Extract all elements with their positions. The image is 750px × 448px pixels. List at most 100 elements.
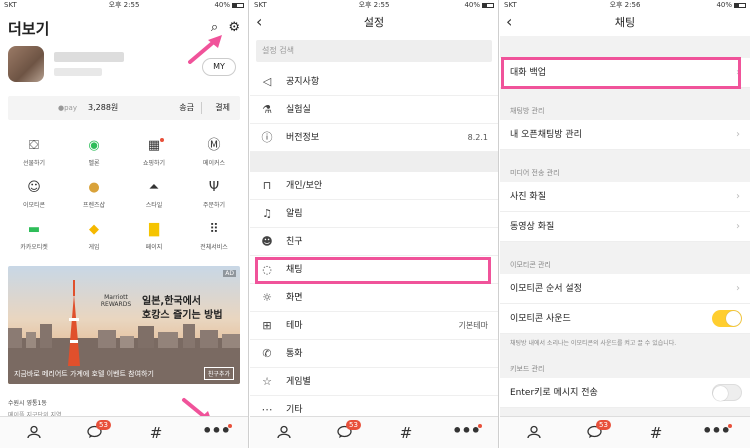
add-friend-button[interactable]: 친구추가 <box>203 367 234 380</box>
hanger-icon: ⏶ <box>148 180 160 195</box>
tab-chats[interactable]: 53 <box>324 417 364 448</box>
makers-icon: Ⓜ <box>207 138 221 153</box>
settings-row-labs[interactable]: ⚗ 실험실 <box>250 96 498 124</box>
profile-name-blurred <box>54 52 124 62</box>
etc-icon: ⋯ <box>261 403 273 416</box>
settings-row-privacy[interactable]: ⊓ 개인/보안 <box>250 172 498 200</box>
settings-row-theme[interactable]: ⊞ 테마 기본테마 <box>250 312 498 340</box>
profile-status-blurred <box>54 68 102 76</box>
tab-bar: 53 # ••• <box>500 416 750 448</box>
section-header: 이모티콘 관리 <box>500 252 750 274</box>
friends-icon: ● <box>88 180 100 195</box>
tab-hash[interactable]: # <box>386 417 426 448</box>
grid-item-friends[interactable]: ● 프렌즈샵 <box>64 178 124 218</box>
tab-more[interactable]: ••• <box>196 417 236 448</box>
nav-bar: ‹ 채팅 <box>500 10 750 36</box>
status-bar: SKT 오후 2:55 40% <box>0 0 248 10</box>
ticket-icon: ▬ <box>27 222 41 237</box>
ad-banner[interactable]: AD Marriott REWARDS 일본,한국에서 호캉스 즐기는 방법 지… <box>8 266 240 384</box>
divider <box>201 102 202 114</box>
shop-icon: ▦ <box>147 138 161 153</box>
settings-search-input[interactable]: 설정 검색 <box>256 40 492 62</box>
more-panel: SKT 오후 2:55 40% 더보기 ⌕ ⚙ MY ●pay 3,288원 송… <box>0 0 249 448</box>
toggle-knob <box>726 311 741 326</box>
new-dot <box>728 424 732 428</box>
video-quality-row[interactable]: 동영상 화질 › <box>500 212 750 242</box>
phone-icon: ✆ <box>262 347 272 360</box>
grid-item-makers[interactable]: Ⓜ 메이커스 <box>184 136 244 176</box>
settings-row-version[interactable]: ⓘ 버전정보 8.2.1 <box>250 124 498 152</box>
unread-badge: 53 <box>96 420 111 430</box>
game-icon: ◆ <box>89 222 99 237</box>
chevron-right-icon: › <box>736 221 740 232</box>
settings-row-call[interactable]: ✆ 통화 <box>250 340 498 368</box>
emoticon-icon: ☺ <box>27 180 41 195</box>
payment-button[interactable]: 결제 <box>215 96 230 120</box>
search-icon[interactable]: ⌕ <box>211 20 218 35</box>
banner-headline-2: 호캉스 즐기는 방법 <box>142 310 223 321</box>
settings-panel: SKT 오후 2:55 40% ‹ 설정 설정 검색 ◁ 공지사항 ⚗ 실험실 ⓘ 버… <box>250 0 499 448</box>
unread-badge: 53 <box>346 420 361 430</box>
ad-label: AD <box>223 270 236 277</box>
tab-bar: 53 # ••• <box>250 416 498 448</box>
tab-more[interactable]: ••• <box>696 417 736 448</box>
more-dots-icon: ••• <box>702 421 731 440</box>
battery-indicator: 40% <box>464 0 494 10</box>
gear-icon[interactable]: ⚙ <box>228 20 240 35</box>
grid-item-game[interactable]: ◆ 게임 <box>64 220 124 260</box>
melon-icon: ◉ <box>88 138 100 153</box>
grid-item-shop[interactable]: ▦ 쇼핑하기 <box>124 136 184 176</box>
tab-friends[interactable] <box>264 417 304 448</box>
my-button[interactable]: MY <box>202 58 236 76</box>
section-header: 키보드 관리 <box>500 358 750 378</box>
unread-badge: 53 <box>596 420 611 430</box>
page-title: 더보기 <box>8 20 50 38</box>
lock-icon: ⊓ <box>262 179 272 192</box>
emoticon-sound-toggle[interactable] <box>712 310 742 327</box>
grid-item-ticket[interactable]: ▬ 카카오티켓 <box>4 220 64 260</box>
chevron-right-icon: › <box>736 129 740 140</box>
tab-hash[interactable]: # <box>136 417 176 448</box>
time-label: 오후 2:55 <box>358 1 390 9</box>
tab-more[interactable]: ••• <box>446 417 486 448</box>
section-header: 미디어 전송 관리 <box>500 160 750 182</box>
grid-item-emoticon[interactable]: ☺ 이모티콘 <box>4 178 64 218</box>
open-chat-manage-row[interactable]: 내 오픈채팅방 관리 › <box>500 120 750 150</box>
section-divider <box>250 152 498 172</box>
tab-chats[interactable]: 53 <box>74 417 114 448</box>
more-dots-icon: ••• <box>202 421 231 440</box>
emoticon-order-row[interactable]: 이모티콘 순서 설정 › <box>500 274 750 304</box>
settings-row-notice[interactable]: ◁ 공지사항 <box>250 68 498 96</box>
grid-item-page[interactable]: ▇ 페이지 <box>124 220 184 260</box>
tab-bar: 53 # ••• <box>0 416 248 448</box>
tab-chats[interactable]: 53 <box>574 417 614 448</box>
grid-item-melon[interactable]: ◉ 멜론 <box>64 136 124 176</box>
settings-row-display[interactable]: ☼ 화면 <box>250 284 498 312</box>
settings-row-game[interactable]: ☆ 게임별 <box>250 368 498 396</box>
brightness-icon: ☼ <box>262 291 272 304</box>
marriott-logo: Marriott REWARDS <box>100 294 132 308</box>
grid-item-gift[interactable]: ⛋ 선물하기 <box>4 136 64 176</box>
tab-friends[interactable] <box>14 417 54 448</box>
grid-item-all-services[interactable]: ⠿ 전체서비스 <box>184 220 244 260</box>
person-icon <box>27 425 41 439</box>
pay-amount[interactable]: 3,288원 <box>88 96 118 120</box>
send-button[interactable]: 송금 <box>179 96 194 120</box>
pay-logo-icon: ●pay <box>58 104 77 112</box>
grid-item-order[interactable]: Ψ 주문하기 <box>184 178 244 218</box>
grid-dots-icon: ⠿ <box>209 222 219 237</box>
theme-value: 기본테마 <box>458 321 488 330</box>
settings-row-notifications[interactable]: ♫ 알림 <box>250 200 498 228</box>
enter-send-toggle[interactable] <box>712 384 742 401</box>
avatar[interactable] <box>8 46 44 82</box>
star-icon: ☆ <box>262 375 272 388</box>
tab-hash[interactable]: # <box>636 417 676 448</box>
photo-quality-row[interactable]: 사진 화질 › <box>500 182 750 212</box>
grid-item-style[interactable]: ⏶ 스타일 <box>124 178 184 218</box>
status-bar: SKT 오후 2:55 40% <box>250 0 498 10</box>
settings-row-friends[interactable]: ☻ 친구 <box>250 228 498 256</box>
tab-friends[interactable] <box>514 417 554 448</box>
enter-send-row: Enter키로 메시지 전송 <box>500 378 750 408</box>
new-dot <box>478 424 482 428</box>
battery-indicator: 40% <box>716 0 746 10</box>
